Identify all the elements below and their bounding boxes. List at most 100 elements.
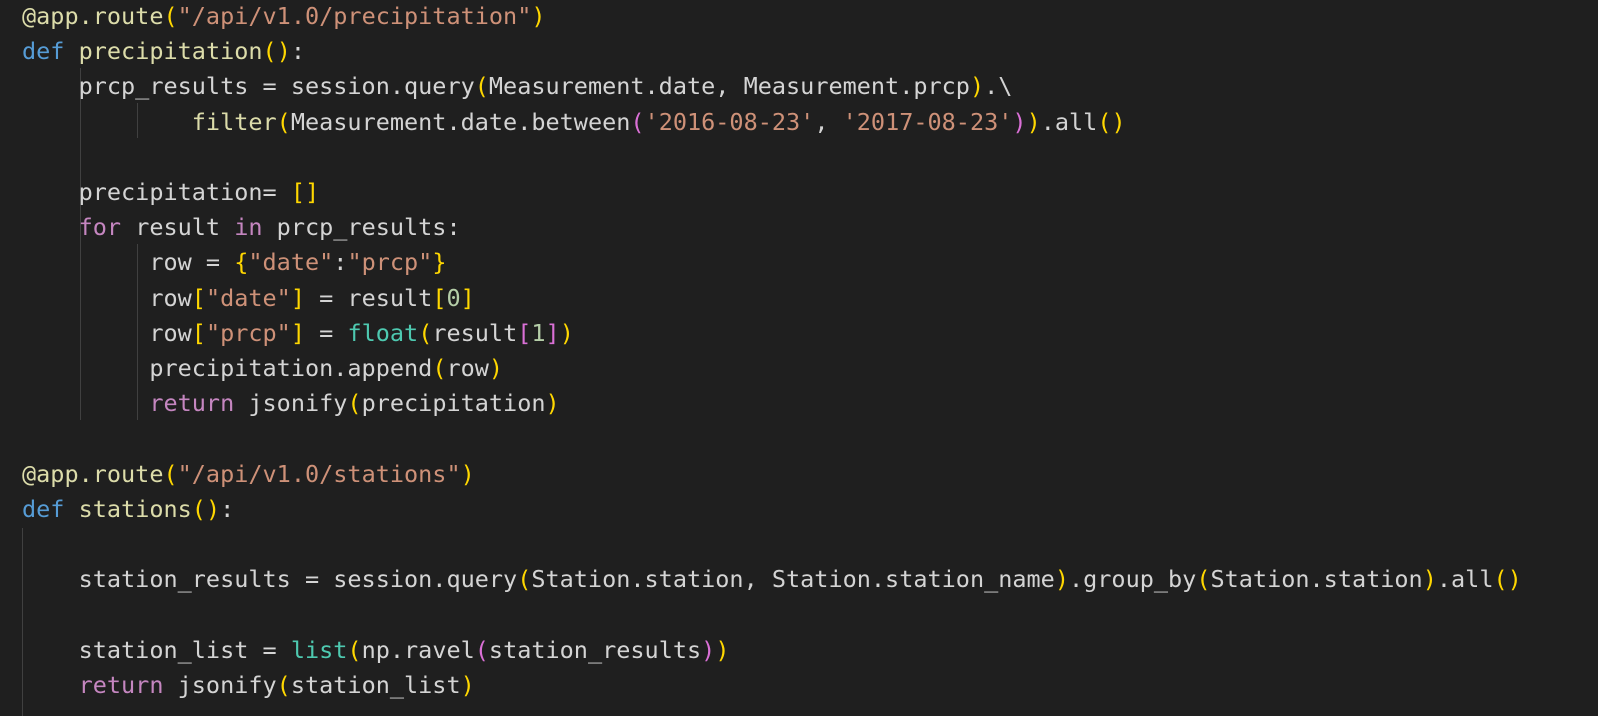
code-token: ] [460,283,475,312]
code-token: precipitation [361,389,546,418]
code-token: prcp_results: [262,213,461,242]
code-token: jsonify [234,389,348,418]
code-token: "date" [205,283,291,312]
code-token: '2017-08-23' [842,107,1013,136]
code-token: ) [559,318,574,347]
code-line[interactable]: for result in prcp_results: [22,209,461,245]
code-line[interactable]: precipitation.append(row) [22,350,503,386]
code-line[interactable]: @app.route("/api/v1.0/stations") [22,456,475,492]
code-token: ) [1012,107,1027,136]
code-token: filter [22,107,277,136]
code-token: Station.station, Station.station_name [531,565,1055,594]
code-token: ( [163,459,178,488]
code-token: ] [545,318,560,347]
code-token: def [22,494,65,523]
code-token: [ [517,318,532,347]
code-token: [ [191,283,206,312]
code-token: np.ravel [361,635,475,664]
code-line[interactable]: @app.route("/api/v1.0/precipitation") [22,0,546,34]
code-token: [ [432,283,447,312]
code-token: ( [418,318,433,347]
code-token: '2016-08-23' [644,107,815,136]
code-token: result [432,318,518,347]
code-token: jsonify [163,670,277,699]
code-token: row [446,354,489,382]
code-token: row [22,283,192,312]
code-editor[interactable]: @app.route("/api/v1.0/precipitation") def… [0,0,1598,716]
code-token: ( [276,107,291,136]
code-token: () [191,494,221,523]
code-token: ( [474,72,489,101]
code-token: return [149,389,235,418]
code-token: ( [474,635,489,664]
code-line[interactable]: def stations(): [22,491,234,527]
code-token: station_results [488,635,702,664]
code-token: @app.route [22,459,164,488]
code-token: stations [78,494,192,523]
code-line[interactable]: station_results = session.query(Station.… [22,561,1522,597]
code-token: [] [290,178,320,206]
code-token: ) [531,2,546,30]
code-token: result [121,213,235,242]
code-token: ) [1422,565,1437,594]
code-token: ( [276,670,291,699]
code-token: station_results = session.query [22,565,518,594]
code-token: = [304,318,348,347]
code-token: "/api/v1.0/precipitation" [177,2,532,30]
code-token: float [347,318,419,347]
code-token: Measurement.date.between [290,107,631,136]
code-token: ) [701,635,716,664]
code-token: () [1097,107,1126,136]
code-token: () [262,37,291,66]
code-token: .all [1040,107,1098,136]
code-token: Measurement.date, Measurement.prcp [488,72,970,101]
code-line[interactable]: def precipitation(): [22,33,305,69]
code-token: station_list = [22,635,291,664]
code-token: ) [488,354,504,382]
code-token: = result [304,283,433,312]
code-token: ) [715,635,730,664]
code-token: precipitation.append [22,354,433,382]
code-token: } [432,248,447,277]
code-token: .\ [984,72,1013,101]
code-token: ) [1026,107,1041,136]
code-line[interactable]: return jsonify(station_list) [22,667,475,703]
code-token: list [290,635,348,664]
code-token: ( [517,565,532,594]
code-line[interactable]: filter(Measurement.date.between('2016-08… [22,104,1126,140]
code-token: @app.route [22,2,164,30]
code-token: [ [191,318,206,347]
code-token: station_list [290,670,461,699]
code-token: ] [290,283,305,312]
code-line[interactable]: return jsonify(precipitation) [22,385,560,421]
code-token: ) [1054,565,1069,594]
code-line[interactable]: station_list = list(np.ravel(station_res… [22,632,730,668]
code-line[interactable]: row = {"date":"prcp"} [22,244,446,280]
code-token: "/api/v1.0/stations" [177,459,461,488]
code-token: precipitation= [22,178,291,206]
code-token: "prcp" [347,248,433,277]
code-token: row = [22,248,235,277]
code-token: ) [545,389,560,418]
code-token: ( [1196,565,1211,594]
code-token: : [290,37,305,66]
code-token: ( [163,2,178,30]
code-line[interactable]: row["prcp"] = float(result[1]) [22,315,574,351]
code-token: .group_by [1068,565,1197,594]
code-token: : [333,248,348,277]
code-token: "date" [248,248,334,277]
code-token: ) [969,72,985,101]
code-token: Station.station [1210,565,1423,594]
code-line[interactable]: row["date"] = result[0] [22,280,475,316]
code-line[interactable]: precipitation= [] [22,174,320,210]
code-token: in [234,213,263,242]
code-token: ( [347,389,362,418]
code-token: 0 [446,283,461,312]
code-token: return [78,670,164,699]
code-token: .all [1436,565,1494,594]
code-line[interactable]: prcp_results = session.query(Measurement… [22,68,1013,104]
